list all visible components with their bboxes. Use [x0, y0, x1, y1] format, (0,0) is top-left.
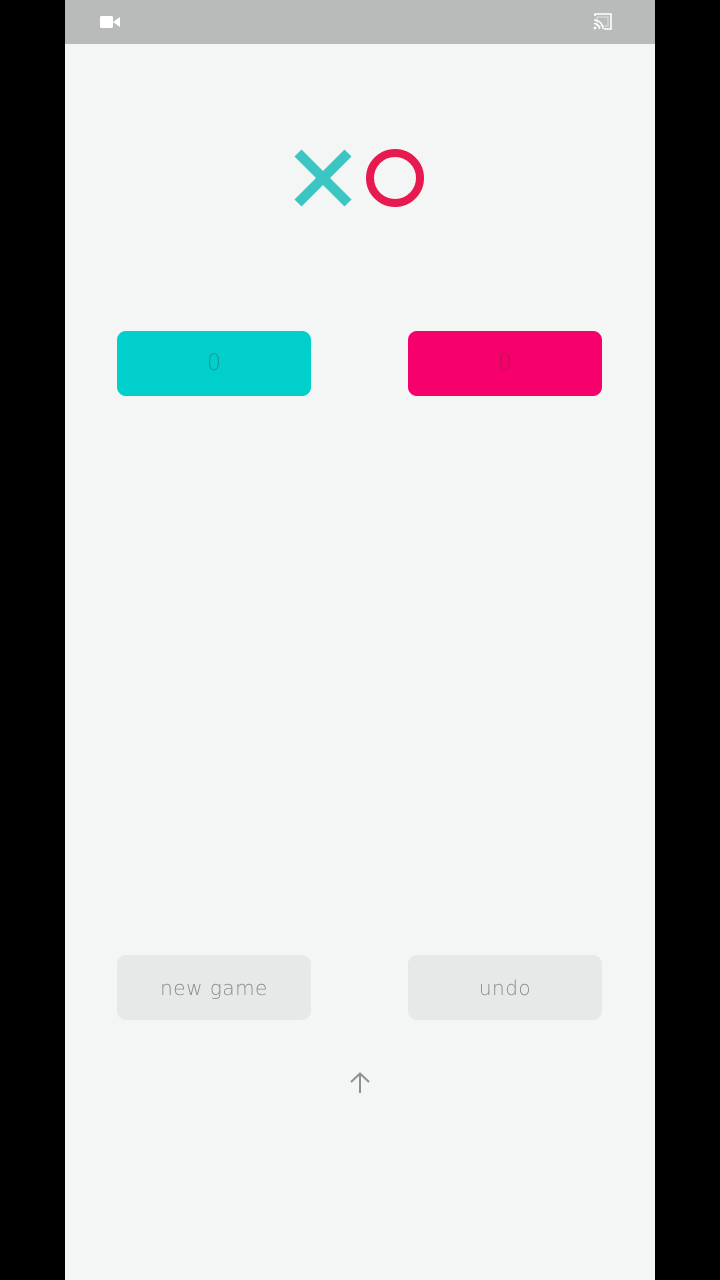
player-o-score-value: 0	[498, 351, 512, 376]
camera-icon	[100, 16, 120, 28]
undo-button[interactable]: undo	[408, 955, 602, 1020]
player-x-score: 0	[117, 331, 311, 396]
undo-label: undo	[478, 975, 532, 1000]
new-game-button[interactable]: new game	[117, 955, 311, 1020]
x-logo-mark	[294, 149, 352, 207]
new-game-label: new game	[160, 975, 268, 1000]
app-screen: 0 0 new game undo	[65, 0, 655, 1280]
o-logo-mark	[366, 149, 424, 207]
arrow-up-icon[interactable]	[348, 1071, 372, 1095]
player-x-score-value: 0	[207, 351, 221, 376]
cast-icon	[593, 13, 612, 30]
player-o-score: 0	[408, 331, 602, 396]
status-bar	[65, 0, 655, 44]
xo-logo	[294, 149, 424, 207]
